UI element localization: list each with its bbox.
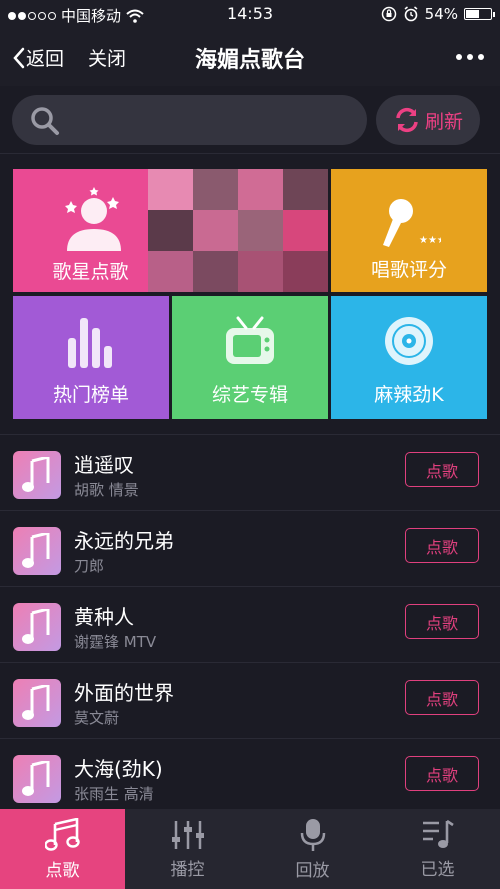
song-subtitle: 张雨生 高清 [74, 785, 154, 803]
more-dot-icon [478, 54, 484, 60]
pick-song-button[interactable]: 点歌 [405, 528, 479, 563]
pick-song-button[interactable]: 点歌 [405, 756, 479, 791]
refresh-icon [396, 107, 418, 133]
svg-text:★★★: ★★★ [419, 235, 441, 246]
category-label: 唱歌评分 [370, 259, 447, 281]
tab-label: 点歌 [45, 860, 80, 881]
category-singer-tile[interactable]: 歌星点歌 [13, 169, 328, 292]
singer-photo-mosaic [148, 169, 328, 292]
pick-song-button[interactable]: 点歌 [405, 680, 479, 715]
song-subtitle: 胡歌 情景 [74, 481, 139, 499]
tab-label: 播控 [170, 859, 205, 880]
category-variety-tile[interactable]: 综艺专辑 [172, 296, 328, 419]
song-row[interactable]: 外面的世界 莫文蔚 点歌 [0, 662, 500, 738]
rotation-lock-icon [381, 6, 396, 22]
back-label: 返回 [26, 48, 65, 70]
category-spicy-tile[interactable]: 麻辣劲K [331, 296, 487, 419]
pick-song-button[interactable]: 点歌 [405, 452, 479, 487]
refresh-label: 刷新 [424, 110, 463, 133]
category-grid: 歌星点歌 ★★★ 唱歌评分 热门榜单 综艺专辑 [0, 154, 500, 434]
battery-percent: 54% [424, 5, 458, 23]
music-note-icon [22, 609, 50, 644]
microphone-rating-icon: ★★★ [383, 199, 441, 247]
category-label: 综艺专辑 [211, 384, 288, 406]
tab-playback-control[interactable]: 播控 [125, 809, 250, 889]
battery-icon [464, 8, 495, 20]
search-bar: 刷新 [0, 86, 500, 154]
song-title: 永远的兄弟 [74, 529, 174, 553]
song-row[interactable]: 大海(劲K) 张雨生 高清 点歌 [0, 738, 500, 814]
song-cover [13, 527, 61, 575]
song-title: 外面的世界 [74, 681, 174, 705]
song-title: 黄种人 [74, 605, 134, 629]
tv-icon [226, 316, 274, 364]
microphone-icon [300, 818, 325, 851]
song-row[interactable]: 永远的兄弟 刀郎 点歌 [0, 510, 500, 586]
music-note-icon [22, 685, 50, 720]
song-subtitle: 刀郎 [74, 557, 105, 575]
sliders-icon [171, 820, 204, 849]
search-icon [31, 107, 59, 135]
close-button[interactable]: 关闭 [88, 44, 126, 71]
music-note-icon [22, 761, 50, 796]
refresh-button[interactable]: 刷新 [376, 95, 480, 145]
song-cover [13, 755, 61, 803]
song-row[interactable]: 逍遥叹 胡歌 情景 点歌 [0, 434, 500, 510]
song-cover [13, 679, 61, 727]
category-rating-tile[interactable]: ★★★ 唱歌评分 [331, 169, 487, 292]
nav-bar: 返回 关闭 海媚点歌台 [0, 28, 500, 86]
song-row[interactable]: 黄种人 谢霆锋 MTV 点歌 [0, 586, 500, 662]
song-title: 大海(劲K) [74, 757, 163, 781]
chevron-left-icon [13, 47, 25, 68]
song-subtitle: 谢霆锋 MTV [74, 633, 157, 651]
song-title: 逍遥叹 [74, 453, 134, 477]
tab-selected[interactable]: 已选 [375, 809, 500, 889]
category-label: 歌星点歌 [52, 261, 129, 283]
disc-icon [385, 317, 433, 365]
category-hot-tile[interactable]: 热门榜单 [13, 296, 169, 419]
page-title: 海媚点歌台 [194, 48, 305, 73]
status-bar: 中国移动 14:53 54% [0, 0, 500, 28]
music-note-icon [22, 533, 50, 568]
singer-icon [65, 187, 121, 251]
tab-pick-songs[interactable]: 点歌 [0, 809, 125, 889]
playlist-icon [422, 819, 454, 848]
song-list: 逍遥叹 胡歌 情景 点歌 永远的兄弟 刀郎 点歌 黄种人 谢霆锋 MTV 点歌 … [0, 434, 500, 814]
category-label: 热门榜单 [52, 384, 129, 406]
more-dot-icon [456, 54, 462, 60]
more-dot-icon [467, 54, 473, 60]
music-notes-icon [44, 817, 80, 851]
tab-replay[interactable]: 回放 [250, 809, 375, 889]
song-cover [13, 603, 61, 651]
music-note-icon [22, 457, 50, 492]
alarm-icon [404, 6, 418, 22]
song-cover [13, 451, 61, 499]
tab-label: 已选 [420, 859, 455, 880]
status-right: 54% [381, 5, 495, 23]
bottom-tab-bar: 点歌 播控 回放 已选 [0, 809, 500, 889]
category-label: 麻辣劲K [374, 384, 444, 406]
song-subtitle: 莫文蔚 [74, 709, 120, 727]
pick-song-button[interactable]: 点歌 [405, 604, 479, 639]
search-input[interactable] [12, 95, 367, 145]
more-button[interactable] [456, 54, 484, 60]
bar-chart-icon [68, 318, 112, 368]
tab-label: 回放 [295, 860, 330, 881]
back-button[interactable]: 返回 [12, 44, 64, 71]
